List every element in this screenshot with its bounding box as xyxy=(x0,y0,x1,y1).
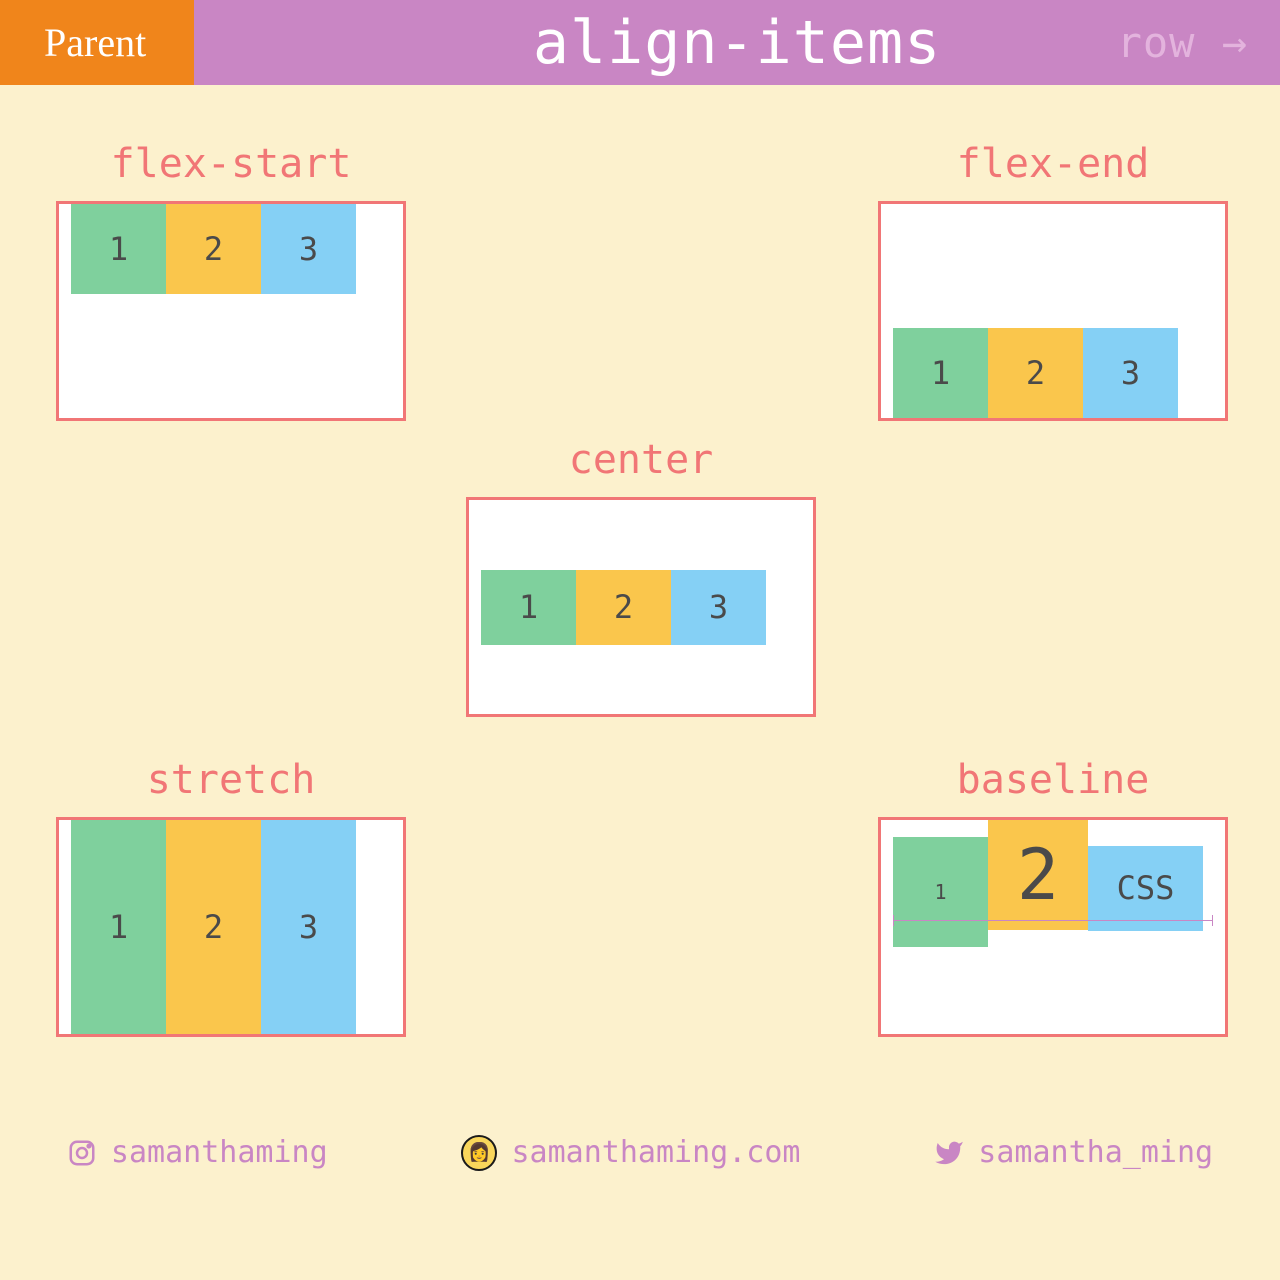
flex-item: 2 xyxy=(166,204,261,294)
flex-item: 2 xyxy=(988,328,1083,418)
direction-label: row → xyxy=(1117,18,1248,67)
avatar-icon: 👩 xyxy=(461,1135,497,1171)
demo-flex-start: 1 2 3 xyxy=(56,201,406,421)
flex-item: CSS xyxy=(1088,846,1203,931)
label-baseline: baseline xyxy=(878,757,1228,803)
stage: flex-start 1 2 3 flex-end 1 2 3 center 1… xyxy=(0,85,1280,1195)
flex-item: 1 xyxy=(71,204,166,294)
section-flex-end: flex-end 1 2 3 xyxy=(878,141,1228,421)
instagram-icon xyxy=(67,1138,97,1168)
section-stretch: stretch 1 2 3 xyxy=(56,757,406,1037)
section-flex-start: flex-start 1 2 3 xyxy=(56,141,406,421)
property-title: align-items xyxy=(533,8,941,78)
flex-item: 3 xyxy=(1083,328,1178,418)
website-link: 👩 samanthaming.com xyxy=(461,1135,800,1171)
instagram-text: samanthaming xyxy=(111,1135,328,1170)
flex-item: 2 xyxy=(576,570,671,645)
demo-center: 1 2 3 xyxy=(466,497,816,717)
label-flex-start: flex-start xyxy=(56,141,406,187)
header: Parent align-items row → xyxy=(0,0,1280,85)
flex-item: 1 xyxy=(893,837,988,947)
label-center: center xyxy=(466,437,816,483)
flex-item: 3 xyxy=(671,570,766,645)
website-text: samanthaming.com xyxy=(511,1135,800,1170)
flex-item: 2 xyxy=(166,820,261,1034)
demo-flex-end: 1 2 3 xyxy=(878,201,1228,421)
section-baseline: baseline 1 2 CSS xyxy=(878,757,1228,1037)
section-center: center 1 2 3 xyxy=(466,437,816,717)
flex-item: 1 xyxy=(893,328,988,418)
label-stretch: stretch xyxy=(56,757,406,803)
parent-badge: Parent xyxy=(0,0,194,85)
flex-item: 2 xyxy=(988,820,1088,930)
title-bar: align-items row → xyxy=(194,0,1280,85)
instagram-handle: samanthaming xyxy=(67,1135,328,1170)
demo-baseline: 1 2 CSS xyxy=(878,817,1228,1037)
flex-item: 1 xyxy=(71,820,166,1034)
twitter-text: samantha_ming xyxy=(978,1135,1213,1170)
demo-stretch: 1 2 3 xyxy=(56,817,406,1037)
label-flex-end: flex-end xyxy=(878,141,1228,187)
flex-item: 1 xyxy=(481,570,576,645)
baseline-indicator xyxy=(893,920,1213,921)
flex-item: 3 xyxy=(261,204,356,294)
footer: samanthaming 👩 samanthaming.com samantha… xyxy=(0,1110,1280,1195)
flex-item: 3 xyxy=(261,820,356,1034)
twitter-icon xyxy=(934,1138,964,1168)
twitter-handle: samantha_ming xyxy=(934,1135,1213,1170)
